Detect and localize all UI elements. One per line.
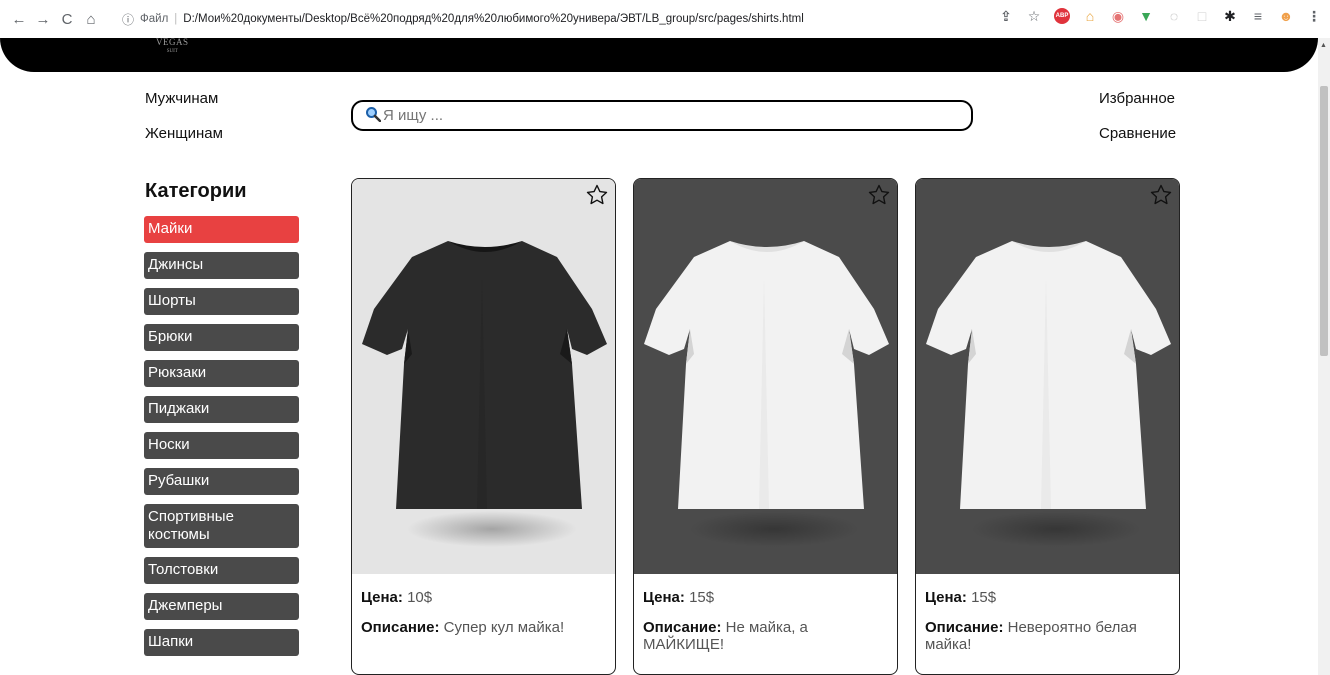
bookmark-star-icon[interactable]: ☆ [1026, 8, 1042, 24]
product-image[interactable] [634, 179, 897, 574]
price-value: 15$ [971, 589, 997, 606]
search-input[interactable] [383, 107, 943, 124]
category-item[interactable]: Спортивные костюмы [144, 504, 299, 548]
product-description: Описание: Невероятно белая майка! [925, 619, 1171, 653]
star-icon[interactable] [585, 183, 609, 207]
address-separator: | [174, 13, 178, 25]
price-label: Цена: [925, 589, 967, 606]
extension-icon[interactable]: ◌ [1166, 8, 1182, 24]
product-info: Цена: 15$ Описание: Невероятно белая май… [925, 589, 1171, 653]
price-label: Цена: [643, 589, 685, 606]
extension-icon[interactable]: □ [1194, 8, 1210, 24]
back-icon[interactable]: ← [8, 8, 30, 30]
product-info: Цена: 10$ Описание: Супер кул майка! [361, 589, 607, 636]
price-value: 15$ [689, 589, 715, 606]
price-value: 10$ [407, 589, 433, 606]
address-bar[interactable]: ⓘ Файл | D:/Мои%20документы/Desktop/Всё%… [122, 6, 982, 32]
product-card[interactable]: Цена: 15$ Описание: Не майка, а МАЙКИЩЕ! [633, 178, 898, 675]
share-icon[interactable]: ⇪ [998, 8, 1014, 24]
extension-toolbar: ⇪ ☆ ABP ⌂ ◉ ▼ ◌ □ ✱ ≡ ☻ ⋮ [998, 8, 1322, 24]
file-scheme-label: Файл [140, 13, 169, 25]
menu-icon[interactable]: ⋮ [1306, 8, 1322, 24]
star-icon[interactable] [867, 183, 891, 207]
puzzle-icon[interactable]: ✱ [1222, 8, 1238, 24]
logo-title: VEGAS [156, 37, 189, 47]
home-icon[interactable]: ⌂ [80, 8, 102, 30]
category-item[interactable]: Шапки [144, 629, 299, 656]
scrollbar-thumb[interactable] [1320, 86, 1328, 356]
category-item[interactable]: Брюки [144, 324, 299, 351]
page-scrollbar[interactable]: ▲ [1318, 38, 1330, 675]
description-label: Описание: [361, 619, 440, 636]
category-item[interactable]: Джемперы [144, 593, 299, 620]
nav-men-link[interactable]: Мужчинам [145, 90, 218, 107]
logo-subtitle: SUIT [166, 49, 178, 54]
description-text: Супер кул майка! [443, 619, 565, 636]
scroll-up-icon[interactable]: ▲ [1320, 42, 1327, 49]
category-item[interactable]: Толстовки [144, 557, 299, 584]
category-item[interactable]: Рюкзаки [144, 360, 299, 387]
product-card[interactable]: Цена: 10$ Описание: Супер кул майка! [351, 178, 616, 675]
product-price: Цена: 10$ [361, 589, 607, 606]
product-image[interactable] [352, 179, 615, 574]
star-icon[interactable] [1149, 183, 1173, 207]
site-header: VEGAS SUIT [0, 38, 1318, 72]
search-box[interactable] [351, 100, 973, 131]
forward-icon[interactable]: → [32, 8, 54, 30]
category-item[interactable]: Майки [144, 216, 299, 243]
info-icon[interactable]: ⓘ [122, 11, 134, 28]
nav-compare-link[interactable]: Сравнение [1099, 125, 1176, 142]
browser-toolbar: ← → C ⌂ ⓘ Файл | D:/Мои%20документы/Desk… [0, 0, 1330, 38]
extension-icon[interactable]: ⌂ [1082, 8, 1098, 24]
category-item[interactable]: Носки [144, 432, 299, 459]
url-text[interactable]: D:/Мои%20документы/Desktop/Всё%20подряд%… [183, 13, 803, 25]
description-label: Описание: [925, 619, 1004, 636]
category-item[interactable]: Рубашки [144, 468, 299, 495]
search-icon [365, 106, 382, 126]
category-item[interactable]: Шорты [144, 288, 299, 315]
nav-women-link[interactable]: Женщинам [145, 125, 223, 142]
extension-icon[interactable]: ◉ [1110, 8, 1126, 24]
price-label: Цена: [361, 589, 403, 606]
product-price: Цена: 15$ [925, 589, 1171, 606]
categories-title: Категории [145, 180, 247, 202]
description-label: Описание: [643, 619, 722, 636]
adblock-icon[interactable]: ABP [1054, 8, 1070, 24]
logo[interactable]: VEGAS SUIT [156, 37, 189, 55]
reload-icon[interactable]: C [56, 8, 78, 30]
profile-avatar-icon[interactable]: ☻ [1278, 8, 1294, 24]
category-item[interactable]: Джинсы [144, 252, 299, 279]
product-description: Описание: Не майка, а МАЙКИЩЕ! [643, 619, 889, 653]
product-price: Цена: 15$ [643, 589, 889, 606]
product-card[interactable]: Цена: 15$ Описание: Невероятно белая май… [915, 178, 1180, 675]
shield-icon[interactable]: ▼ [1138, 8, 1154, 24]
category-list: Майки Джинсы Шорты Брюки Рюкзаки Пиджаки Носки… [144, 216, 299, 665]
category-item[interactable]: Пиджаки [144, 396, 299, 423]
reading-list-icon[interactable]: ≡ [1250, 8, 1266, 24]
product-description: Описание: Супер кул майка! [361, 619, 607, 636]
nav-favorites-link[interactable]: Избранное [1099, 90, 1175, 107]
product-image[interactable] [916, 179, 1179, 574]
product-info: Цена: 15$ Описание: Не майка, а МАЙКИЩЕ! [643, 589, 889, 653]
